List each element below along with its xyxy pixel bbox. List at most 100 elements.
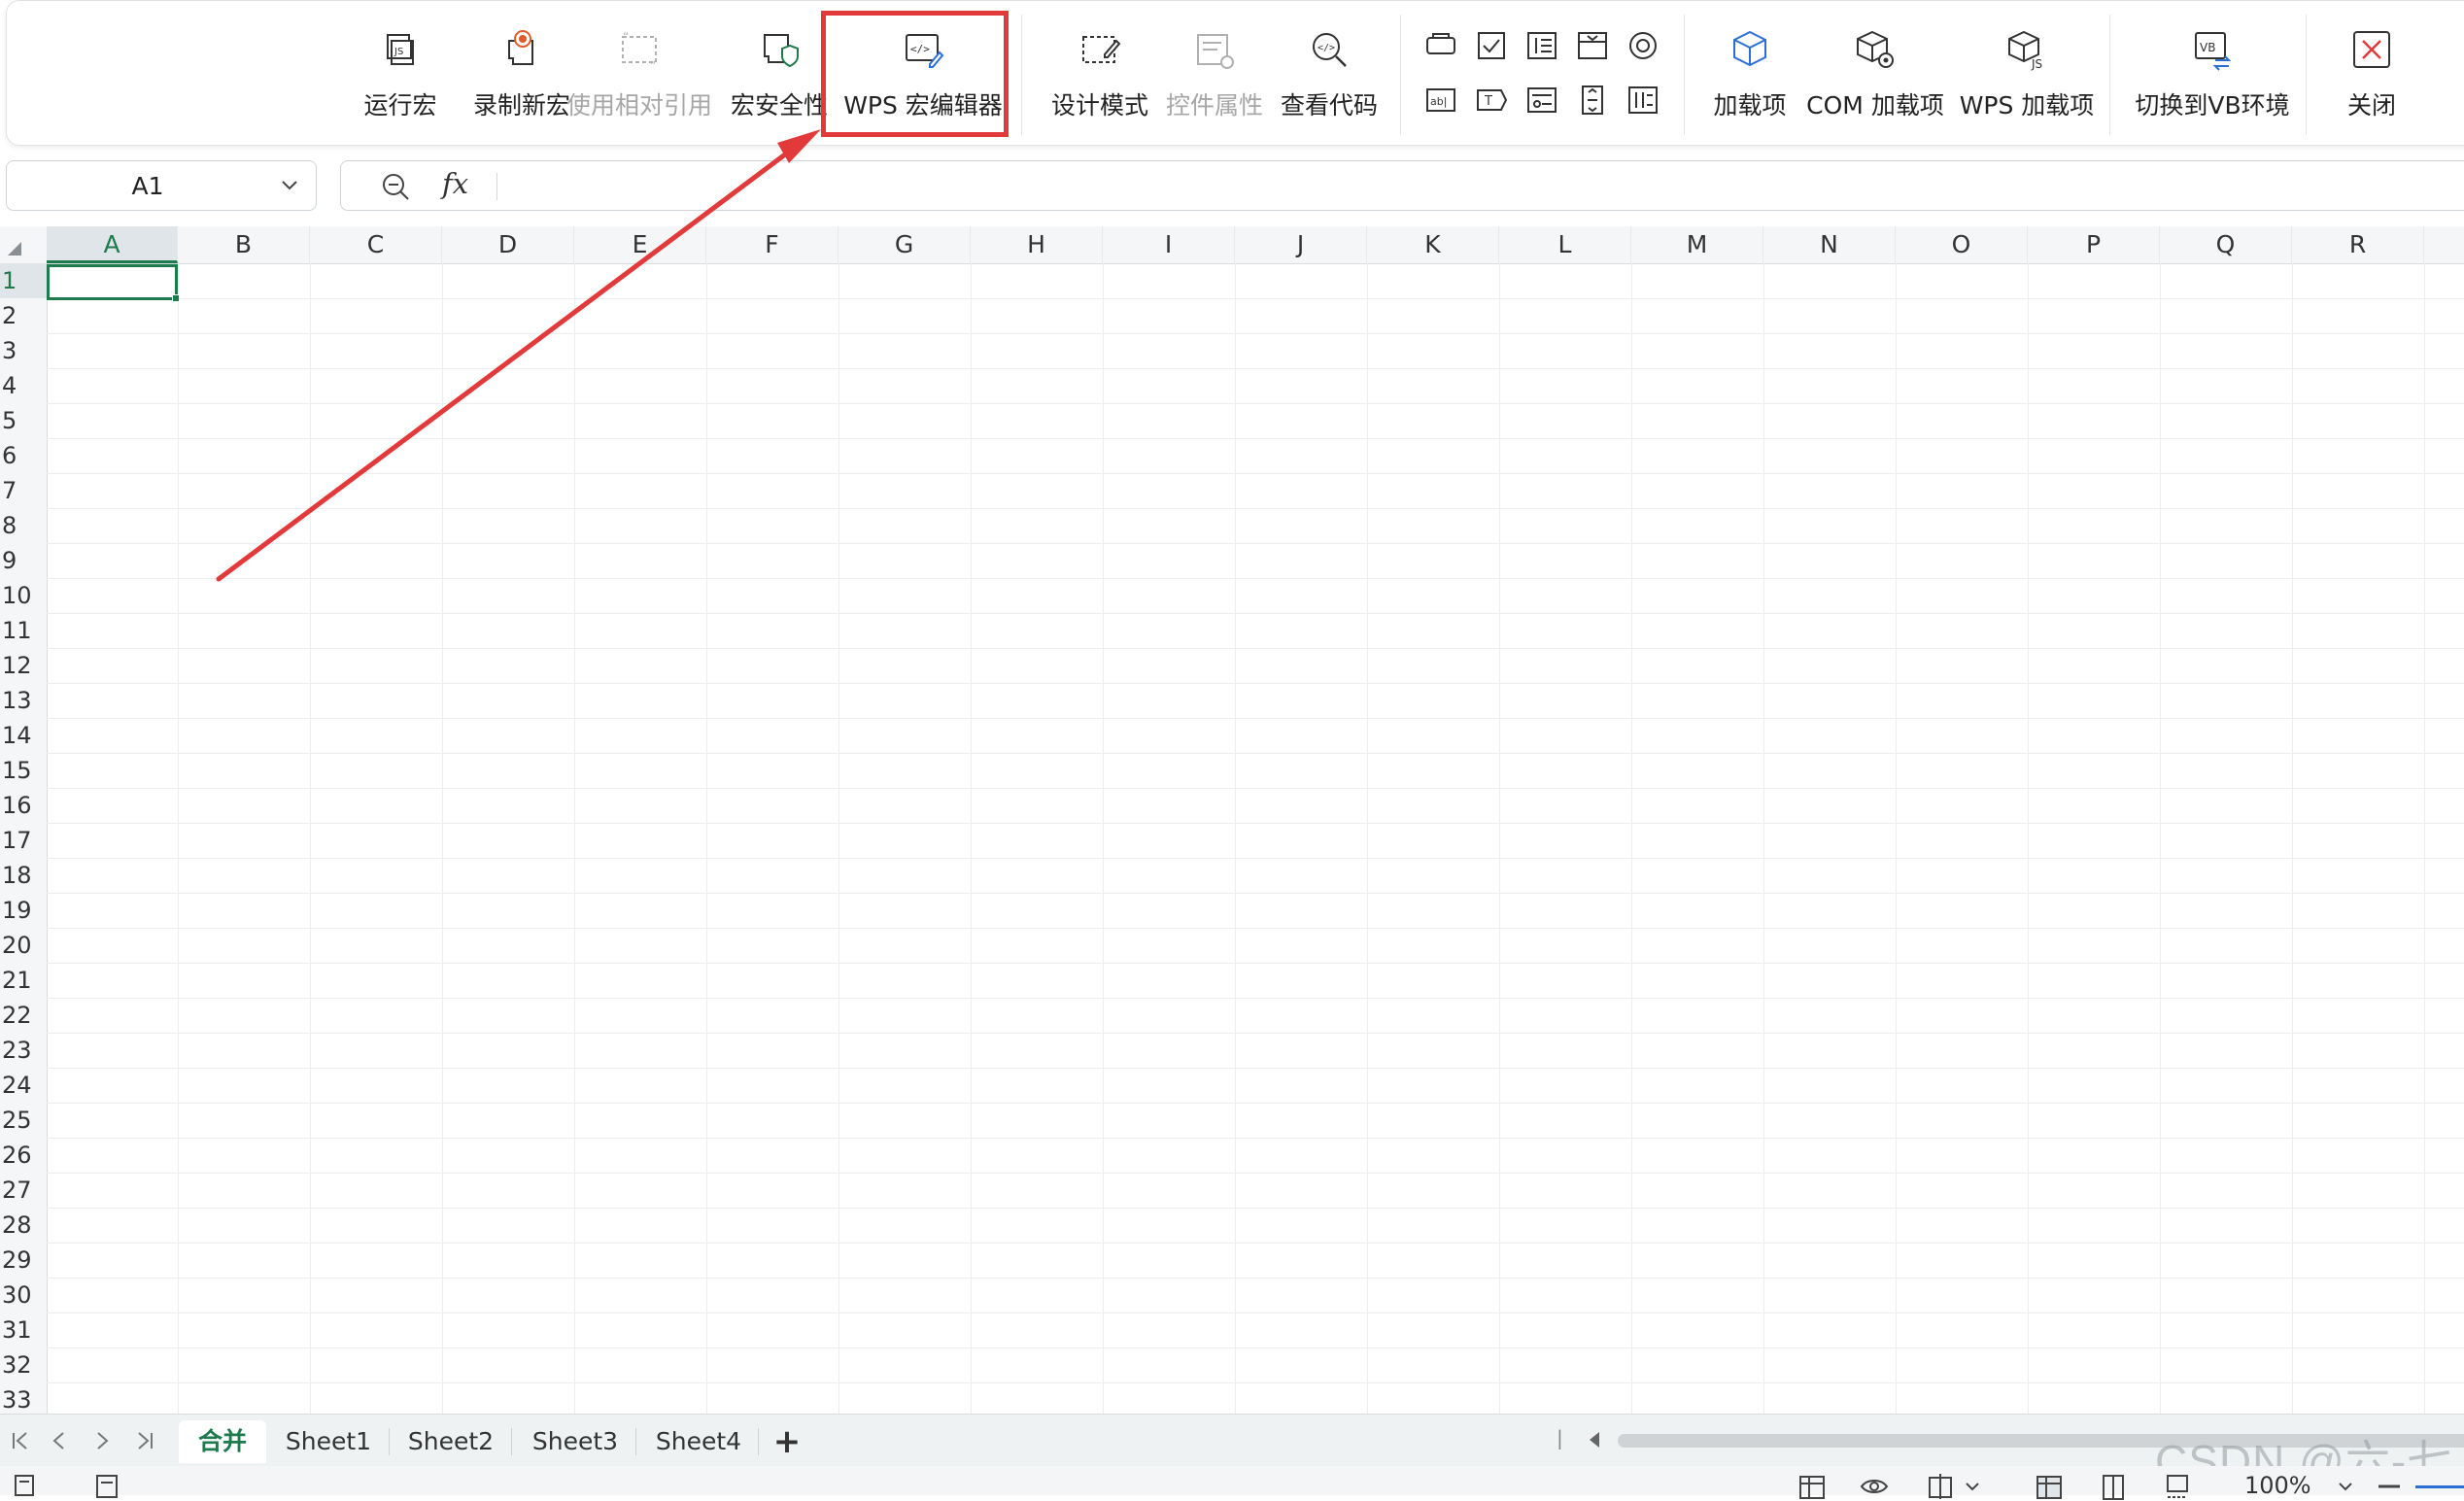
column-header[interactable]: B [178,226,310,263]
sheet-tab-sheet2[interactable]: Sheet2 [400,1420,501,1463]
scroll-left-icon[interactable] [1590,1432,1599,1448]
column-header[interactable]: J [1235,226,1367,263]
column-header[interactable]: D [442,226,574,263]
macro-security-button[interactable]: 宏安全性 [726,1,833,145]
row-header[interactable]: 17 [0,823,47,858]
row-header[interactable]: 28 [0,1208,47,1243]
textbox-control[interactable]: ab| [1421,81,1460,119]
row-header[interactable]: 15 [0,753,47,788]
column-header[interactable]: Q [2160,226,2292,263]
row-header[interactable]: 27 [0,1173,47,1208]
column-header[interactable]: A [47,226,178,263]
listbox-control[interactable] [1624,81,1662,119]
row-header[interactable]: 8 [0,508,47,543]
com-addins-button[interactable]: COM 加载项 [1802,1,1948,145]
row-header[interactable]: 33 [0,1382,47,1417]
cell-grid[interactable] [47,263,2464,1418]
select-all-corner[interactable] [0,226,47,263]
checkbox-control[interactable] [1472,26,1511,65]
sheet-tab-sheet3[interactable]: Sheet3 [525,1420,626,1463]
formula-bar[interactable]: fx [340,160,2464,211]
control-properties-button[interactable]: 控件属性 [1161,1,1268,145]
page-break-view-icon[interactable] [2163,1472,2192,1501]
column-header[interactable]: C [310,226,442,263]
column-header[interactable]: R [2292,226,2424,263]
scrollbar-control[interactable] [1573,81,1612,119]
spinner-control[interactable] [1523,26,1561,65]
next-sheet-icon[interactable] [89,1428,115,1453]
sheet-tab-merge[interactable]: 合并 [179,1420,266,1463]
row-header[interactable]: 14 [0,718,47,753]
chevron-down-icon[interactable] [2332,1472,2361,1501]
row-header[interactable]: 24 [0,1068,47,1103]
row-header[interactable]: 1 [0,263,47,298]
sheet-tab-sheet1[interactable]: Sheet1 [278,1420,379,1463]
view-code-button[interactable]: </> 查看代码 [1276,1,1383,145]
label-control[interactable]: T [1472,81,1511,119]
row-header[interactable]: 12 [0,648,47,683]
row-header[interactable]: 30 [0,1278,47,1313]
normal-view-icon[interactable] [2035,1472,2064,1501]
row-header[interactable]: 29 [0,1243,47,1278]
row-header[interactable]: 31 [0,1313,47,1347]
row-header[interactable]: 4 [0,368,47,403]
row-header[interactable]: 20 [0,928,47,963]
row-header[interactable]: 19 [0,893,47,928]
column-header[interactable]: O [1896,226,2028,263]
column-header[interactable]: E [574,226,706,263]
add-sheet-button[interactable]: + [768,1422,806,1461]
button-control[interactable] [1421,26,1460,65]
zoom-formula-icon[interactable] [380,171,411,202]
prev-sheet-icon[interactable] [47,1428,72,1453]
combobox-control[interactable] [1523,81,1561,119]
fill-handle[interactable] [172,294,180,302]
row-header[interactable]: 21 [0,963,47,998]
column-header[interactable]: F [706,226,838,263]
table-style-icon[interactable] [1797,1472,1827,1501]
row-header[interactable]: 22 [0,998,47,1033]
zoom-slider[interactable] [2415,1485,2464,1488]
relative-reference-button[interactable]: “” 使用相对引用 [566,1,712,145]
zoom-out-icon[interactable] [2375,1472,2404,1501]
column-header[interactable]: I [1103,226,1235,263]
row-header[interactable]: 9 [0,543,47,578]
chevron-down-icon[interactable] [1959,1472,1988,1501]
column-header[interactable]: K [1367,226,1499,263]
row-header[interactable]: 18 [0,858,47,893]
last-sheet-icon[interactable] [132,1428,157,1453]
column-header[interactable]: N [1763,226,1896,263]
column-header[interactable]: G [838,226,971,263]
close-button[interactable]: 关闭 [2323,1,2420,145]
run-macro-button[interactable]: JS 运行宏 [357,1,444,145]
groupbox-control[interactable] [1573,26,1612,65]
switch-vb-button[interactable]: VB 切换到VB环境 [2135,1,2290,145]
wps-addins-button[interactable]: JS WPS 加载项 [1954,1,2100,145]
addins-button[interactable]: 加载项 [1701,1,1798,145]
name-box[interactable]: A1 [6,160,317,211]
freeze-panes-icon[interactable] [1926,1472,1955,1501]
row-header[interactable]: 26 [0,1138,47,1173]
row-header[interactable]: 10 [0,578,47,613]
fx-icon[interactable]: fx [442,167,468,200]
macro-status-icon[interactable] [12,1472,41,1501]
column-header[interactable]: L [1499,226,1631,263]
column-header[interactable]: H [971,226,1103,263]
row-header[interactable]: 7 [0,473,47,508]
row-header[interactable]: 23 [0,1033,47,1068]
column-header[interactable]: M [1631,226,1763,263]
row-header[interactable]: 16 [0,788,47,823]
page-layout-view-icon[interactable] [2099,1472,2128,1501]
eye-protection-icon[interactable] [1860,1472,1889,1501]
row-header[interactable]: 25 [0,1103,47,1138]
row-header[interactable]: 5 [0,403,47,438]
chevron-down-icon[interactable] [277,173,302,198]
radio-control[interactable] [1624,26,1662,65]
selected-cell[interactable] [47,264,180,302]
document-status-icon[interactable] [93,1472,122,1501]
row-header[interactable]: 32 [0,1347,47,1382]
first-sheet-icon[interactable] [8,1428,33,1453]
row-header[interactable]: 11 [0,613,47,648]
design-mode-button[interactable]: 设计模式 [1046,1,1153,145]
row-header[interactable]: 3 [0,333,47,368]
column-header[interactable]: P [2028,226,2160,263]
